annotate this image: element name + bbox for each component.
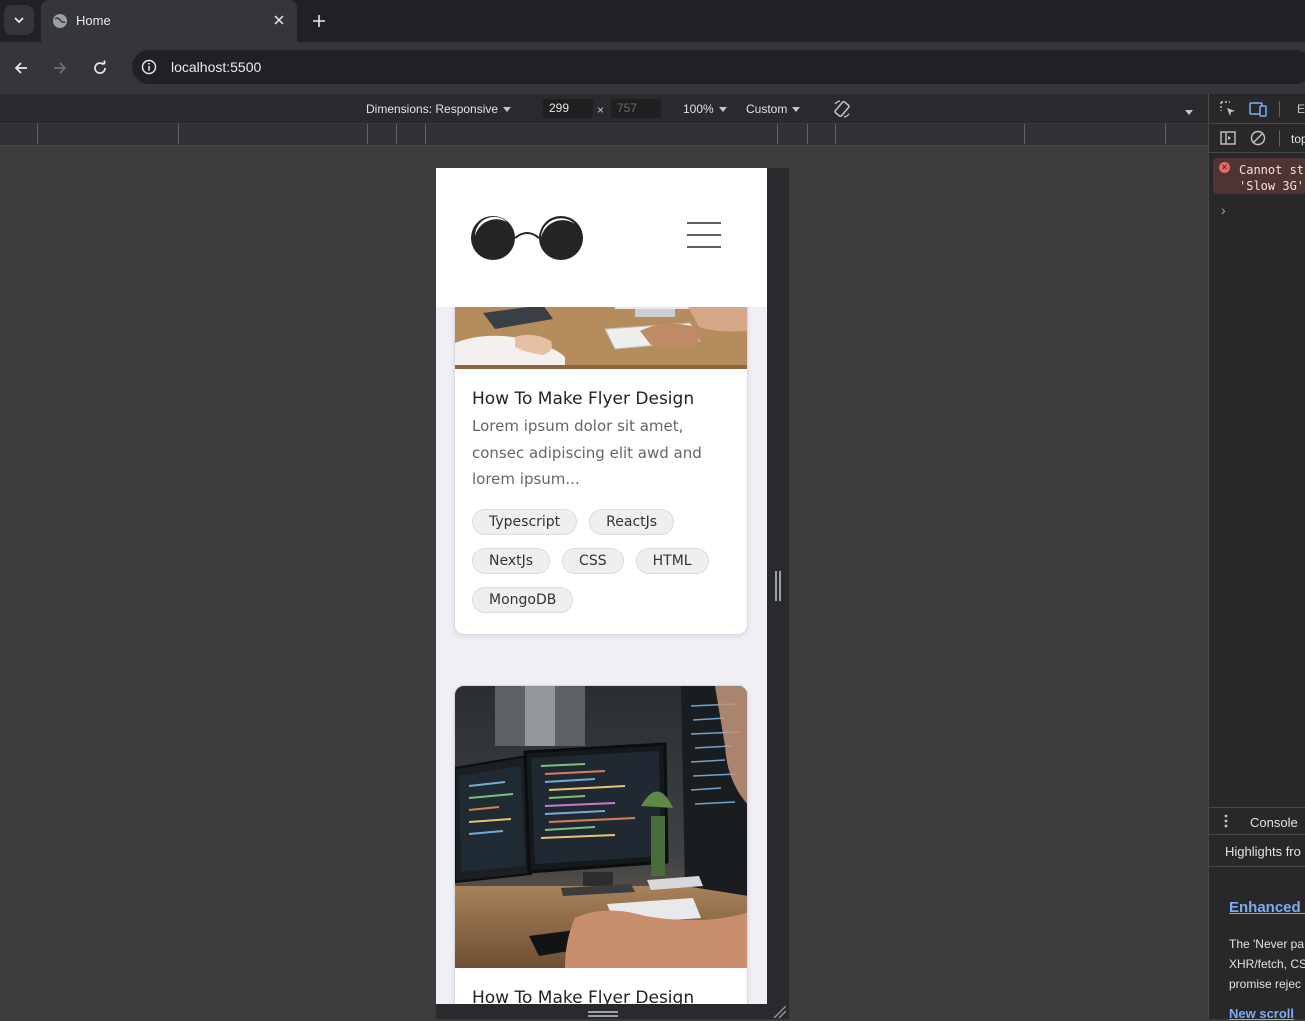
tag-typescript[interactable]: Typescript — [472, 509, 578, 535]
globe-icon — [53, 14, 67, 28]
glasses-logo-icon[interactable] — [471, 214, 585, 262]
tab-strip: Home — [0, 0, 1305, 42]
width-input[interactable]: 299 — [543, 99, 593, 118]
coding-monitors-photo — [455, 686, 747, 968]
rotate-icon — [834, 100, 850, 118]
caret-down-icon — [792, 107, 801, 113]
browser-tab[interactable]: Home — [41, 0, 297, 42]
ruler-tick — [807, 124, 808, 144]
error-text: Cannot st 'Slow 3G' — [1239, 163, 1305, 193]
console-prompt[interactable]: › — [1221, 202, 1226, 218]
tab-title: Home — [76, 13, 111, 28]
caret-down-icon — [503, 107, 512, 113]
device-mode-icon — [1249, 102, 1267, 117]
ruler-tick — [425, 124, 426, 144]
hamburger-line — [687, 246, 721, 248]
ruler-tick — [178, 124, 179, 144]
error-icon: × — [1219, 162, 1230, 173]
tab-elements[interactable]: El — [1297, 102, 1305, 116]
hamburger-line — [687, 222, 721, 224]
caret-down-icon — [718, 107, 727, 113]
media-query-ruler[interactable] — [0, 124, 1208, 146]
url-text: localhost:5500 — [171, 59, 262, 75]
new-tab-button[interactable] — [307, 9, 331, 33]
whats-new-heading[interactable]: Enhanced ' — [1229, 899, 1305, 916]
rotate-button[interactable] — [832, 99, 852, 119]
plus-icon — [313, 15, 325, 27]
height-input[interactable]: 757 — [611, 99, 661, 118]
tag-reactjs[interactable]: ReactJs — [589, 509, 675, 535]
drawer-tabbar: Console — [1209, 807, 1305, 835]
hamburger-line — [687, 234, 721, 236]
throttle-dropdown[interactable]: Custom — [746, 102, 801, 116]
info-icon — [141, 59, 157, 75]
close-icon — [274, 15, 284, 25]
back-arrow-icon — [14, 62, 27, 74]
tag-nextjs[interactable]: NextJs — [472, 548, 551, 574]
toolbar-divider — [1279, 130, 1280, 146]
card-description: Lorem ipsum dolor sit amet, consec adipi… — [472, 417, 702, 488]
address-bar[interactable]: localhost:5500 — [132, 50, 1305, 84]
zoom-dropdown[interactable]: 100% — [683, 102, 727, 116]
ruler-tick — [777, 124, 778, 144]
tag-html[interactable]: HTML — [635, 548, 709, 574]
menu-button[interactable] — [687, 222, 721, 248]
ruler-tick — [37, 124, 38, 144]
sidebar-toggle-button[interactable] — [1218, 128, 1238, 148]
tab-close-button[interactable] — [269, 10, 289, 30]
devtools-panel: El top × Cannot st 'Slow 3G' › Console H… — [1208, 94, 1305, 1021]
context-selector[interactable]: top — [1291, 132, 1305, 146]
sidebar-icon — [1220, 131, 1236, 145]
tag-mongodb[interactable]: MongoDB — [472, 587, 574, 613]
ruler-tick — [1165, 124, 1166, 144]
console-toolbar: top — [1209, 124, 1305, 153]
reload-icon — [94, 60, 106, 74]
device-toolbar-toggle[interactable] — [1248, 99, 1268, 119]
throttle-label: Custom — [746, 102, 788, 116]
card-title[interactable]: How To Make Flyer Design — [472, 988, 694, 1004]
clear-console-button[interactable] — [1248, 128, 1268, 148]
forward-button[interactable] — [48, 56, 72, 80]
device-toolbar: Dimensions: Responsive 299 × 757 100% Cu… — [0, 94, 1208, 124]
emulated-page[interactable]: How To Make Flyer Design Lorem ipsum dol… — [436, 168, 767, 1004]
resize-handle-right[interactable] — [775, 571, 781, 601]
dimensions-label: Dimensions: Responsive — [366, 102, 499, 116]
reload-button[interactable] — [88, 56, 112, 80]
back-button[interactable] — [9, 56, 33, 80]
ruler-tick — [367, 124, 368, 144]
blog-card[interactable]: How To Make Flyer Design — [454, 685, 748, 1004]
block-icon — [1250, 130, 1266, 146]
site-info-button[interactable] — [139, 57, 159, 77]
ruler-tick — [396, 124, 397, 144]
tag-list: Typescript ReactJs NextJs CSS HTML Mongo… — [472, 509, 737, 613]
resize-handle-bottom[interactable] — [588, 1011, 618, 1017]
dimension-separator: × — [597, 103, 605, 117]
card-title[interactable]: How To Make Flyer Design — [472, 389, 694, 409]
drawer-tab-console[interactable]: Console — [1250, 815, 1298, 830]
dimensions-dropdown[interactable]: Dimensions: Responsive — [366, 102, 512, 116]
site-header — [436, 168, 767, 307]
devtools-tabbar: El — [1209, 94, 1305, 124]
ruler-tick — [835, 124, 836, 144]
whats-new-header: Highlights fro — [1209, 835, 1305, 867]
resize-corner-icon[interactable] — [772, 1006, 786, 1018]
inspect-icon — [1220, 101, 1235, 116]
highlights-text: Highlights fro — [1225, 844, 1301, 859]
forward-arrow-icon — [54, 62, 67, 74]
chevron-down-icon — [14, 17, 24, 24]
tab-search-button[interactable] — [4, 5, 34, 35]
console-error-message: × Cannot st 'Slow 3G' — [1213, 158, 1305, 194]
more-vertical-icon[interactable] — [1223, 813, 1229, 829]
inspect-element-button[interactable] — [1218, 99, 1238, 119]
zoom-label: 100% — [683, 102, 714, 116]
ruler-tick — [1024, 124, 1025, 144]
browser-toolbar: localhost:5500 — [0, 42, 1305, 94]
whats-new-body: The 'Never pa XHR/fetch, CS promise reje… — [1229, 937, 1305, 991]
blog-card[interactable]: How To Make Flyer Design Lorem ipsum dol… — [454, 260, 748, 635]
device-toolbar-menu[interactable] — [1180, 104, 1193, 122]
caret-down-icon — [1185, 110, 1193, 116]
toolbar-divider — [1279, 101, 1280, 117]
tag-css[interactable]: CSS — [562, 548, 624, 574]
card-image — [455, 686, 747, 968]
